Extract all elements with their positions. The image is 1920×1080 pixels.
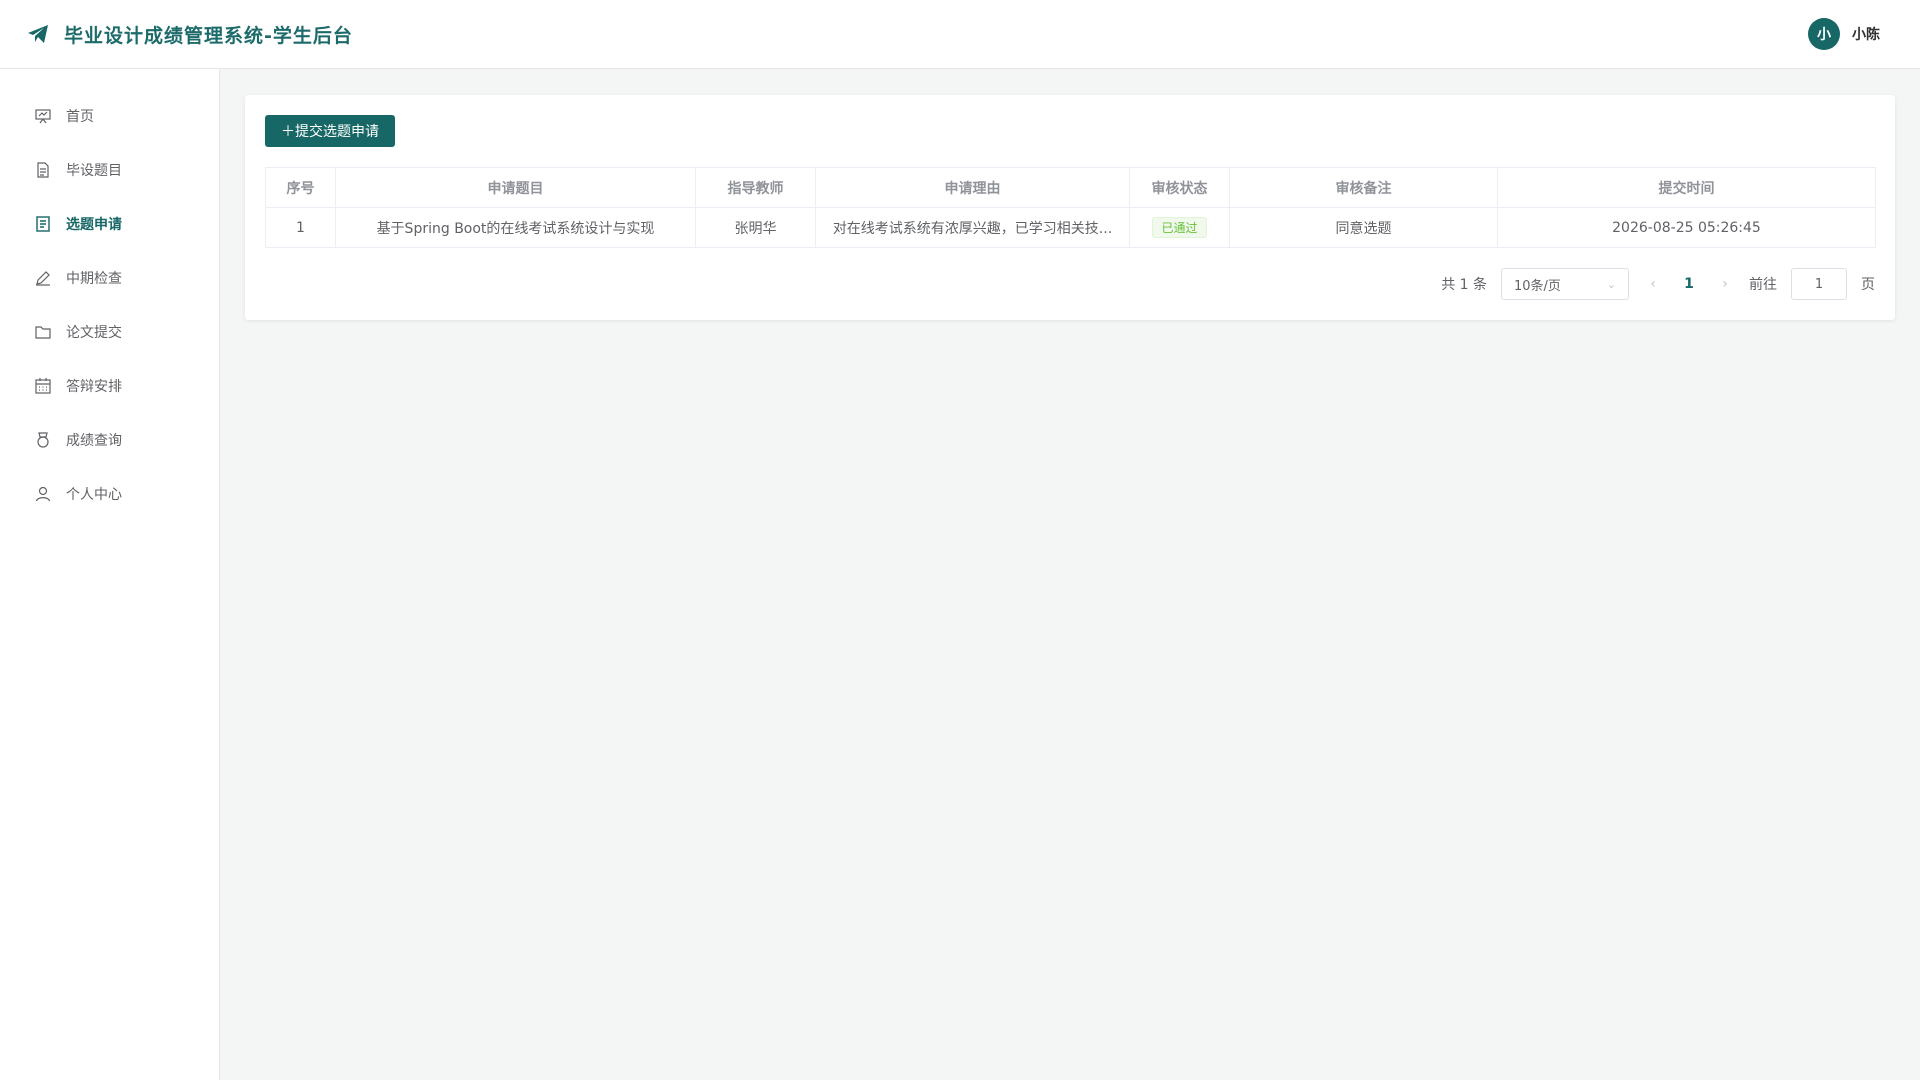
page-suffix: 页: [1861, 277, 1875, 293]
page-number-current[interactable]: 1: [1677, 276, 1701, 292]
sidebar-item-grade-query[interactable]: 成绩查询: [0, 413, 219, 467]
sidebar-item-label: 成绩查询: [66, 433, 122, 449]
sidebar-item-label: 选题申请: [66, 217, 122, 233]
column-header-status: 审核状态: [1129, 167, 1230, 208]
edit-pen-icon: [34, 269, 52, 287]
sidebar-item-defense-schedule[interactable]: 答辩安排: [0, 359, 219, 413]
paper-plane-icon: [26, 22, 50, 46]
app-title: 毕业设计成绩管理系统-学生后台: [64, 24, 353, 47]
sidebar-item-topics[interactable]: 毕设题目: [0, 143, 219, 197]
chevron-down-icon: ⌄: [1606, 277, 1616, 291]
column-header-teacher: 指导教师: [695, 167, 816, 208]
goto-label: 前往: [1749, 277, 1777, 293]
next-page-icon[interactable]: ›: [1715, 276, 1735, 292]
document-icon: [34, 161, 52, 179]
goto-page-input[interactable]: [1791, 268, 1847, 300]
user-icon: [34, 485, 52, 503]
presentation-icon: [34, 107, 52, 125]
pagination-total: 共 1 条: [1441, 277, 1487, 293]
sidebar: 首页 毕设题目 选题申请 中期检查 论文提交 答辩安排 成绩查询 个人中心: [0, 69, 220, 1080]
folder-icon: [34, 323, 52, 341]
sidebar-item-label: 论文提交: [66, 325, 122, 341]
cell-time: 2026-08-25 05:26:45: [1497, 207, 1876, 248]
sidebar-item-label: 中期检查: [66, 271, 122, 287]
page-size-select[interactable]: 10条/页 ⌄: [1501, 268, 1629, 300]
column-header-remark: 审核备注: [1229, 167, 1498, 208]
sidebar-item-label: 首页: [66, 109, 94, 125]
application-table: 序号 申请题目 指导教师 申请理由 审核状态 审核备注 提交时间 1 基于Spr…: [265, 167, 1876, 248]
cell-topic: 基于Spring Boot的在线考试系统设计与实现: [335, 207, 696, 248]
sidebar-item-thesis-submit[interactable]: 论文提交: [0, 305, 219, 359]
submit-application-button[interactable]: ＋提交选题申请: [265, 115, 395, 147]
cell-remark: 同意选题: [1229, 207, 1498, 248]
column-header-index: 序号: [265, 167, 336, 208]
sidebar-item-midterm-check[interactable]: 中期检查: [0, 251, 219, 305]
sidebar-item-label: 答辩安排: [66, 379, 122, 395]
sidebar-item-topic-application[interactable]: 选题申请: [0, 197, 219, 251]
cell-index: 1: [265, 207, 336, 248]
sidebar-item-profile[interactable]: 个人中心: [0, 467, 219, 521]
top-header: 毕业设计成绩管理系统-学生后台 小 小陈: [0, 0, 1920, 69]
brand: 毕业设计成绩管理系统-学生后台: [26, 21, 353, 48]
list-document-icon: [34, 215, 52, 233]
sidebar-item-label: 毕设题目: [66, 163, 122, 179]
calendar-icon: [34, 377, 52, 395]
username[interactable]: 小陈: [1852, 24, 1880, 44]
medal-icon: [34, 431, 52, 449]
pagination: 共 1 条 10条/页 ⌄ ‹ 1 › 前往 页: [265, 268, 1875, 300]
column-header-topic: 申请题目: [335, 167, 696, 208]
sidebar-item-label: 个人中心: [66, 487, 122, 503]
column-header-time: 提交时间: [1497, 167, 1876, 208]
cell-status: 已通过: [1129, 207, 1230, 248]
table-row: 1 基于Spring Boot的在线考试系统设计与实现 张明华 对在线考试系统有…: [265, 207, 1876, 248]
avatar[interactable]: 小: [1808, 18, 1840, 50]
prev-page-icon[interactable]: ‹: [1643, 276, 1663, 292]
column-header-reason: 申请理由: [815, 167, 1130, 208]
cell-teacher: 张明华: [695, 207, 816, 248]
user-menu[interactable]: 小 小陈: [1808, 18, 1894, 50]
status-badge: 已通过: [1152, 217, 1207, 238]
content-card: ＋提交选题申请 序号 申请题目 指导教师 申请理由 审核状态 审核备注 提交时间…: [245, 95, 1895, 320]
table-header-row: 序号 申请题目 指导教师 申请理由 审核状态 审核备注 提交时间: [265, 167, 1876, 208]
page-size-value: 10条/页: [1514, 278, 1561, 294]
sidebar-item-home[interactable]: 首页: [0, 89, 219, 143]
cell-reason: 对在线考试系统有浓厚兴趣，已学习相关技...: [815, 207, 1130, 248]
